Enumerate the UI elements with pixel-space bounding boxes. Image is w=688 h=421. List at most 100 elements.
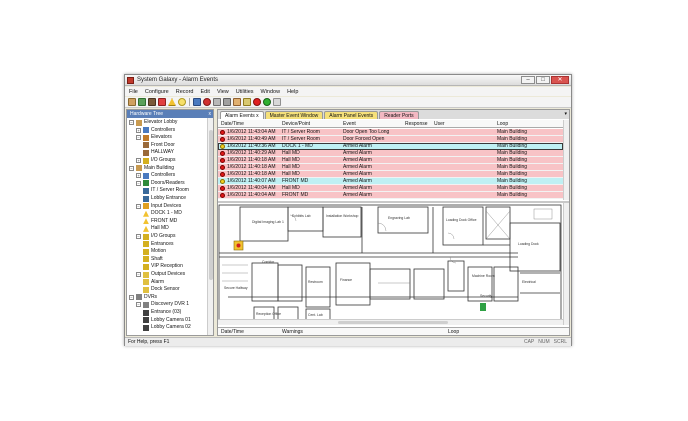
tree-node[interactable]: Dock Sensor xyxy=(143,286,180,293)
cardholder-icon[interactable] xyxy=(128,98,136,106)
menu-view[interactable]: View xyxy=(217,89,229,95)
tree-close-button[interactable]: x xyxy=(209,110,212,118)
tree-scrollbar[interactable] xyxy=(207,118,213,335)
keyboard-icon[interactable] xyxy=(213,98,221,106)
tree-expander-icon[interactable]: − xyxy=(136,234,141,239)
hscroll-thumb[interactable] xyxy=(338,321,448,324)
motion-detector-alarm-icon[interactable] xyxy=(233,240,244,251)
col-warn-loop[interactable]: Loop xyxy=(448,328,459,336)
tree-expander-icon[interactable]: − xyxy=(136,180,141,186)
alarm-grid-scrollbar[interactable] xyxy=(563,120,569,200)
tree-node[interactable]: − Elevator Lobby xyxy=(129,119,177,126)
tree-node[interactable]: Entrance (03) xyxy=(143,309,181,316)
tab-master-event-window[interactable]: Master Event Window xyxy=(264,111,324,119)
tree-node[interactable]: Lobby Camera 01 xyxy=(143,317,191,324)
tree-node[interactable]: Lobby Camera 02 xyxy=(143,324,191,331)
lock-icon[interactable] xyxy=(273,98,281,106)
tree-node[interactable]: − Elevators xyxy=(136,134,172,141)
tab-dropdown-icon[interactable]: ▾ xyxy=(564,111,567,117)
tree-node[interactable]: − Output Devices xyxy=(136,271,185,278)
floor-plan-vscroll[interactable] xyxy=(563,203,569,325)
col-datetime[interactable]: Date/Time xyxy=(221,120,244,128)
tree-expander-icon[interactable]: − xyxy=(136,272,141,277)
alarm-row[interactable]: 1/6/2012 11:40:49 AM IT / Server Room Door… xyxy=(218,136,563,143)
tree-node[interactable]: Entrances xyxy=(143,241,174,248)
tree-node[interactable]: + Controllers xyxy=(136,127,175,134)
alarm-row[interactable]: 1/6/2012 11:40:04 AM Hall MD Armed Alarm Ma… xyxy=(218,185,563,192)
record-icon[interactable] xyxy=(203,98,211,106)
tree-node[interactable]: − I/O Groups xyxy=(136,233,175,240)
tree-node[interactable]: − Main Building xyxy=(129,165,174,172)
alarm-row[interactable]: 1/6/2012 11:40:18 AM Hall MD Armed Alarm Ma… xyxy=(218,157,563,164)
alarm-row[interactable]: 1/6/2012 11:40:07 AM FRONT MD Armed Alarm M… xyxy=(218,178,563,185)
alarm-row[interactable]: 1/6/2012 11:43:04 AM IT / Server Room Door… xyxy=(218,129,563,136)
tree-node[interactable]: Front Door xyxy=(143,142,175,149)
door-status-icon[interactable] xyxy=(480,303,486,311)
go-icon[interactable] xyxy=(263,98,271,106)
tree-expander-icon[interactable]: + xyxy=(136,173,141,179)
tools-icon[interactable] xyxy=(223,98,231,106)
tree-node[interactable]: FRONT MD xyxy=(143,218,177,225)
menu-utilities[interactable]: Utilities xyxy=(236,89,254,95)
tree-expander-icon[interactable]: − xyxy=(129,120,134,125)
col-warn-datetime[interactable]: Date/Time xyxy=(221,328,244,336)
alarm-row[interactable]: 1/6/2012 11:40:04 AM FRONT MD Armed Alarm M… xyxy=(218,192,563,199)
tree-expander-icon[interactable]: − xyxy=(136,203,141,209)
tree-expander-icon[interactable]: − xyxy=(129,294,134,300)
menu-file[interactable]: File xyxy=(129,89,138,95)
tree-expander-icon[interactable]: + xyxy=(136,127,141,133)
door-icon[interactable] xyxy=(148,98,156,106)
tree-node[interactable]: VIP Reception xyxy=(143,263,183,270)
tab-alarm-events[interactable]: Alarm Events x xyxy=(220,111,264,119)
menu-configure[interactable]: Configure xyxy=(145,89,169,95)
tree-node[interactable]: HALLWAY xyxy=(143,149,174,156)
tree-node[interactable]: Shaft xyxy=(143,256,163,263)
col-loop[interactable]: Loop xyxy=(497,120,508,128)
search-icon[interactable] xyxy=(243,98,251,106)
access-icon[interactable] xyxy=(138,98,146,106)
tree-node[interactable]: − Doors/Readers xyxy=(136,180,185,187)
alarm-row[interactable]: 1/6/2012 11:40:18 AM Hall MD Armed Alarm Ma… xyxy=(218,171,563,178)
tab-close-icon[interactable]: x xyxy=(256,113,259,119)
bulb-icon[interactable] xyxy=(178,98,186,106)
col-warnings[interactable]: Warnings xyxy=(282,328,303,336)
tree-expander-icon[interactable]: − xyxy=(136,302,141,308)
col-device[interactable]: Device/Point xyxy=(282,120,310,128)
alarm-icon[interactable] xyxy=(158,98,166,106)
col-event[interactable]: Event xyxy=(343,120,356,128)
alarm-row[interactable]: 1/6/2012 11:40:18 AM Hall MD Armed Alarm Ma… xyxy=(218,164,563,171)
col-response[interactable]: Response xyxy=(405,120,428,128)
tree-node[interactable]: IT / Server Room xyxy=(143,187,189,194)
menu-window[interactable]: Window xyxy=(261,89,281,95)
alarm-row[interactable]: 1/6/2012 11:40:36 AM DOCK 1 - MD Armed Ala… xyxy=(218,143,563,150)
maximize-button[interactable]: □ xyxy=(536,76,550,84)
close-button[interactable]: ✕ xyxy=(551,76,569,84)
tree-node[interactable]: − Discovery DVR 1 xyxy=(136,301,189,308)
alarm-row[interactable]: 1/6/2012 11:40:29 AM Hall MD Armed Alarm Ma… xyxy=(218,150,563,157)
menu-record[interactable]: Record xyxy=(176,89,194,95)
tree-node[interactable]: − Input Devices xyxy=(136,203,181,210)
floor-plan[interactable]: Digital Imaging Lab 1 Exhibits Lab Insta… xyxy=(218,203,563,325)
tab-reader-ports[interactable]: Reader Ports xyxy=(379,111,419,119)
tree-node[interactable]: Hall MD xyxy=(143,225,169,232)
minimize-button[interactable]: – xyxy=(521,76,535,84)
menu-help[interactable]: Help xyxy=(287,89,298,95)
tree-expander-icon[interactable]: − xyxy=(136,135,141,141)
col-user[interactable]: User xyxy=(434,120,445,128)
tree-node[interactable]: + Controllers xyxy=(136,172,175,179)
tree-expander-icon[interactable]: + xyxy=(136,158,141,163)
tree-node[interactable]: − DVRs xyxy=(129,294,157,301)
tree-node[interactable]: DOCK 1 - MD xyxy=(143,210,182,217)
floor-plan-hscroll[interactable] xyxy=(218,319,563,325)
status-icon[interactable] xyxy=(193,98,201,106)
stop-icon[interactable] xyxy=(253,98,261,106)
people-icon[interactable] xyxy=(233,98,241,106)
tree-node[interactable]: Alarm xyxy=(143,279,164,286)
tree-node[interactable]: Motion xyxy=(143,248,166,255)
menu-edit[interactable]: Edit xyxy=(200,89,209,95)
tab-alarm-panel-events[interactable]: Alarm Panel Events xyxy=(324,111,379,119)
tree-node[interactable]: Lobby Entrance xyxy=(143,195,186,202)
tree-expander-icon[interactable]: − xyxy=(129,165,134,171)
warning-icon[interactable] xyxy=(168,98,176,106)
tree-scroll-thumb[interactable] xyxy=(209,130,213,280)
